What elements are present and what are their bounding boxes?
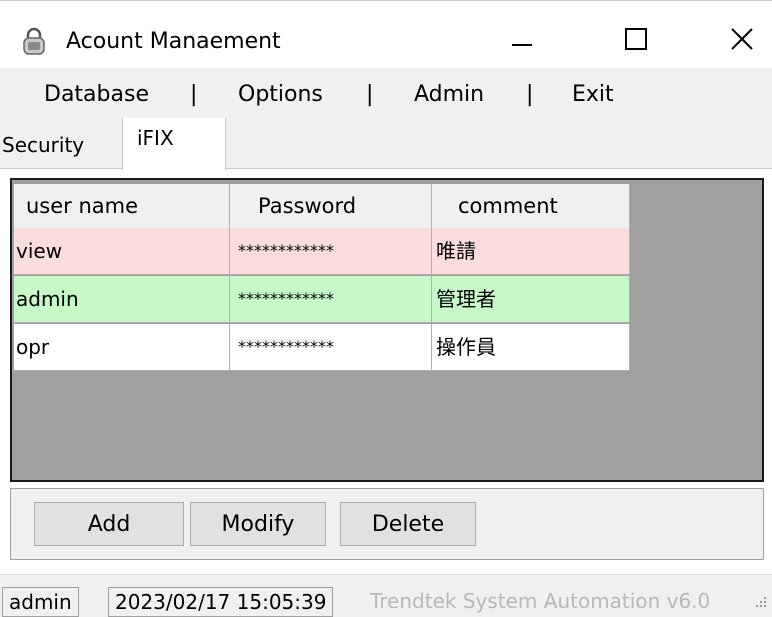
menu-exit[interactable]: Exit [572,81,614,109]
cell-comment: 唯請 [432,228,630,274]
modify-button[interactable]: Modify [190,502,326,546]
close-button[interactable] [712,19,772,63]
add-button[interactable]: Add [34,502,184,546]
status-bar: admin 2023/02/17 15:05:39 Trendtek Syste… [0,574,772,617]
menu-separator: | [190,82,198,107]
table-row[interactable]: admin ************ 管理者 [14,276,630,323]
menu-separator: | [366,82,374,107]
cell-password: ************ [230,276,432,322]
cell-comment: 操作員 [432,324,630,370]
title-bar: Acount Manaement [0,0,772,69]
column-header-comment[interactable]: comment [432,184,630,228]
column-header-password[interactable]: Password [230,184,432,228]
column-header-user-name[interactable]: user name [14,184,230,228]
cell-user-name: admin [14,276,230,322]
delete-button[interactable]: Delete [340,502,476,546]
menu-admin[interactable]: Admin [414,81,484,109]
maximize-button[interactable] [606,19,666,63]
minimize-button[interactable] [492,19,552,63]
window-title: Acount Manaement [66,29,281,54]
minimize-icon [512,32,532,51]
lock-icon [22,27,46,55]
cell-user-name: opr [14,324,230,370]
grid-header: user name Password comment [14,184,630,228]
tab-ifix[interactable]: iFIX [122,118,226,170]
maximize-icon [625,28,647,54]
status-brand: Trendtek System Automation v6.0 [370,589,711,613]
cell-user-name: view [14,228,230,274]
cell-password: ************ [230,228,432,274]
menu-bar: Database | Options | Admin | Exit [0,68,772,118]
table-row[interactable]: view ************ 唯請 [14,228,630,275]
menu-separator: | [526,82,534,107]
cell-password: ************ [230,324,432,370]
tab-security[interactable]: Security [0,132,86,158]
table-row[interactable]: opr ************ 操作員 [14,324,630,371]
status-datetime: 2023/02/17 15:05:39 [108,587,334,617]
resize-grip-icon[interactable] [754,594,768,613]
status-user: admin [2,587,79,617]
menu-database[interactable]: Database [44,81,149,109]
cell-comment: 管理者 [432,276,630,322]
menu-options[interactable]: Options [238,81,323,109]
close-icon [730,27,754,55]
